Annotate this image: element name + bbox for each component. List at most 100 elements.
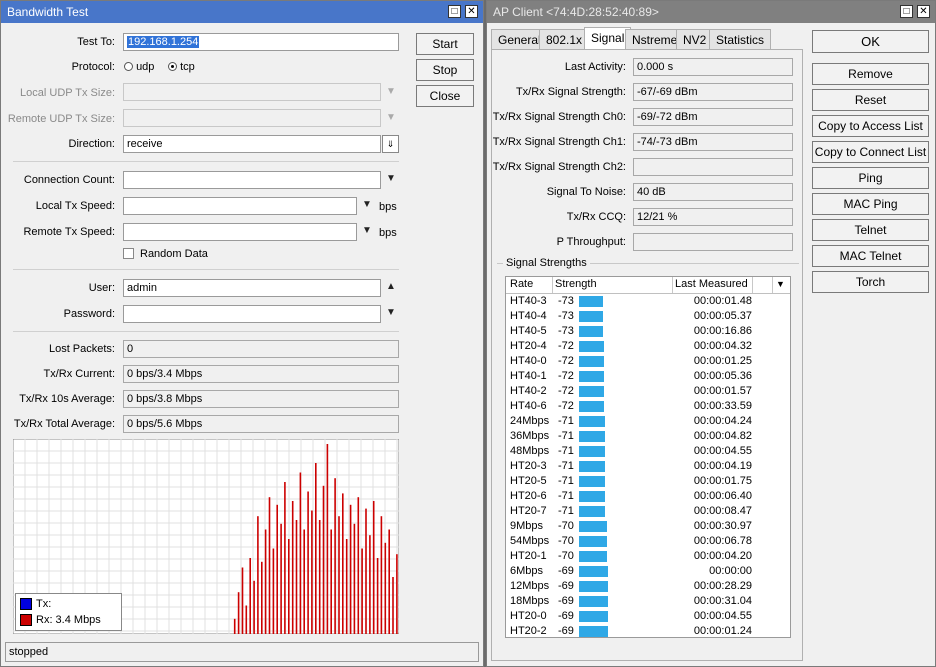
column-header-last-measured[interactable]: Last Measured — [675, 278, 748, 290]
rate-cell: 48Mbps — [510, 445, 550, 457]
table-row[interactable]: HT20-1 -70 00:00:04.20 — [506, 549, 790, 564]
torch-button[interactable]: Torch — [812, 271, 929, 293]
column-header-strength[interactable]: Strength — [555, 278, 597, 290]
last-measured-cell: 00:00:16.86 — [693, 325, 752, 337]
chevron-down-icon[interactable]: ▼ — [386, 307, 396, 318]
legend-tx-swatch — [20, 598, 32, 610]
rate-cell: HT40-0 — [510, 355, 547, 367]
direction-select[interactable]: receive — [123, 135, 381, 153]
table-row[interactable]: HT40-2 -72 00:00:01.57 — [506, 384, 790, 399]
close-icon[interactable]: ✕ — [917, 5, 930, 18]
copy-to-connect-list-button[interactable]: Copy to Connect List — [812, 141, 929, 163]
separator — [13, 161, 399, 162]
chevron-down-icon[interactable]: ▼ — [386, 86, 396, 97]
reset-button[interactable]: Reset — [812, 89, 929, 111]
strength-cell: -71 — [558, 460, 574, 472]
separator — [13, 331, 399, 332]
test-to-input[interactable]: 192.168.1.254 — [123, 33, 399, 51]
test-to-label: Test To: — [77, 36, 115, 48]
rx-bar — [357, 497, 360, 634]
tx-rx-current-label: Tx/Rx Current: — [43, 368, 115, 380]
signal-to-noise-value: 40 dB — [633, 183, 793, 201]
table-row[interactable]: 36Mbps -71 00:00:04.82 — [506, 429, 790, 444]
table-row[interactable]: 12Mbps -69 00:00:28.29 — [506, 579, 790, 594]
table-row[interactable]: HT20-2 -69 00:00:01.24 — [506, 624, 790, 639]
last-measured-cell: 00:00:31.04 — [693, 595, 752, 607]
password-input[interactable] — [123, 305, 381, 323]
column-divider — [772, 277, 773, 293]
protocol-tcp-radio[interactable]: tcp — [168, 61, 195, 73]
tab-802-1x[interactable]: 802.1x — [539, 29, 590, 49]
remote-tx-speed-input[interactable] — [123, 223, 357, 241]
table-row[interactable]: HT40-1 -72 00:00:05.36 — [506, 369, 790, 384]
table-row[interactable]: HT20-6 -71 00:00:06.40 — [506, 489, 790, 504]
maximize-icon[interactable]: □ — [448, 5, 461, 18]
protocol-udp-radio[interactable]: udp — [124, 61, 154, 73]
mac-ping-button[interactable]: MAC Ping — [812, 193, 929, 215]
table-row[interactable]: HT40-6 -72 00:00:33.59 — [506, 399, 790, 414]
ping-button[interactable]: Ping — [812, 167, 929, 189]
close-button[interactable]: Close — [416, 85, 474, 107]
strength-bar — [579, 596, 608, 607]
rx-bar — [299, 472, 302, 634]
chevron-down-icon[interactable]: ▼ — [362, 225, 372, 236]
last-measured-cell: 00:00:04.24 — [693, 415, 752, 427]
rate-cell: HT20-7 — [510, 505, 547, 517]
column-menu-icon[interactable]: ▼ — [776, 279, 785, 289]
chevron-down-icon[interactable]: ▼ — [386, 173, 396, 184]
chevron-up-icon[interactable]: ▲ — [386, 281, 396, 292]
chevron-down-icon[interactable]: ▼ — [386, 112, 396, 123]
dropdown-button[interactable]: ⇓ — [382, 135, 399, 153]
table-row[interactable]: HT40-5 -73 00:00:16.86 — [506, 324, 790, 339]
bandwidth-test-window: Bandwidth Test □ ✕ Test To: 192.168.1.25… — [0, 0, 484, 667]
strength-bar — [579, 341, 605, 352]
table-row[interactable]: 6Mbps -69 00:00:00 — [506, 564, 790, 579]
random-data-checkbox[interactable] — [123, 248, 134, 259]
table-row[interactable]: 54Mbps -70 00:00:06.78 — [506, 534, 790, 549]
telnet-button[interactable]: Telnet — [812, 219, 929, 241]
bandwidth-test-titlebar[interactable]: Bandwidth Test □ ✕ — [1, 1, 483, 23]
table-row[interactable]: 48Mbps -71 00:00:04.55 — [506, 444, 790, 459]
table-row[interactable]: HT40-0 -72 00:00:01.25 — [506, 354, 790, 369]
last-activity-label: Last Activity: — [564, 61, 626, 73]
tab-statistics[interactable]: Statistics — [709, 29, 772, 49]
mac-telnet-button[interactable]: MAC Telnet — [812, 245, 929, 267]
user-input[interactable]: admin — [123, 279, 381, 297]
table-row[interactable]: 9Mbps -70 00:00:30.97 — [506, 519, 790, 534]
user-value: admin — [127, 282, 157, 294]
table-row[interactable]: HT20-5 -71 00:00:01.75 — [506, 474, 790, 489]
strength-cell: -71 — [558, 490, 574, 502]
direction-label: Direction: — [68, 138, 115, 150]
stop-button[interactable]: Stop — [416, 59, 474, 81]
local-udp-tx-size-input[interactable] — [123, 83, 381, 101]
chevron-down-icon[interactable]: ▼ — [362, 199, 372, 210]
table-row[interactable]: HT20-7 -71 00:00:08.47 — [506, 504, 790, 519]
remote-udp-tx-size-input[interactable] — [123, 109, 381, 127]
remove-button[interactable]: Remove — [812, 63, 929, 85]
local-tx-speed-input[interactable] — [123, 197, 357, 215]
tab-nv2[interactable]: NV2 — [676, 29, 714, 49]
rate-cell: HT40-2 — [510, 385, 547, 397]
ap-client-titlebar[interactable]: AP Client <74:4D:28:52:40:89> □ ✕ — [487, 1, 935, 23]
column-header-rate[interactable]: Rate — [510, 278, 533, 290]
maximize-icon[interactable]: □ — [900, 5, 913, 18]
table-row[interactable]: HT40-4 -73 00:00:05.37 — [506, 309, 790, 324]
tx-rx-10s-average-label: Tx/Rx 10s Average: — [19, 393, 115, 405]
table-row[interactable]: 24Mbps -71 00:00:04.24 — [506, 414, 790, 429]
table-row[interactable]: HT20-3 -71 00:00:04.19 — [506, 459, 790, 474]
rx-bar — [380, 516, 383, 634]
ok-button[interactable]: OK — [812, 30, 929, 53]
rx-bar — [288, 539, 290, 634]
close-icon[interactable]: ✕ — [465, 5, 478, 18]
strength-cell: -72 — [558, 355, 574, 367]
lost-packets-label: Lost Packets: — [48, 343, 115, 355]
table-row[interactable]: HT20-4 -72 00:00:04.32 — [506, 339, 790, 354]
start-button[interactable]: Start — [416, 33, 474, 55]
rate-cell: HT20-2 — [510, 625, 547, 637]
table-row[interactable]: 18Mbps -69 00:00:31.04 — [506, 594, 790, 609]
strength-bar — [579, 356, 605, 367]
table-row[interactable]: HT40-3 -73 00:00:01.48 — [506, 294, 790, 309]
table-row[interactable]: HT20-0 -69 00:00:04.55 — [506, 609, 790, 624]
connection-count-input[interactable] — [123, 171, 381, 189]
copy-to-access-list-button[interactable]: Copy to Access List — [812, 115, 929, 137]
